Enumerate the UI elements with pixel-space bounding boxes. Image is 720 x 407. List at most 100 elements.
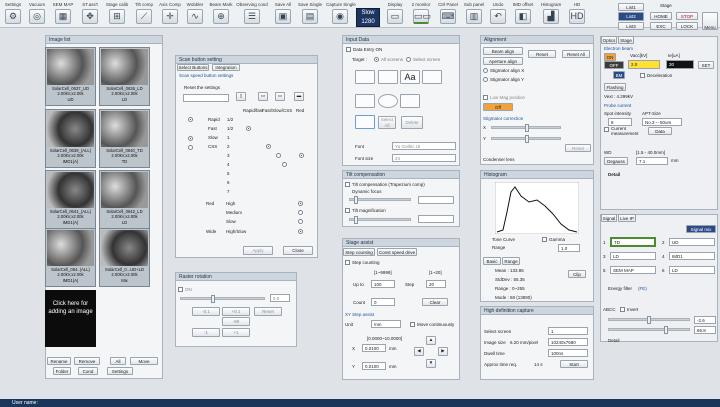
deceleration-checkbox[interactable] — [640, 73, 645, 78]
histogram-button[interactable]: Histogram ▟ — [538, 1, 564, 27]
gamma-checkbox[interactable] — [542, 237, 547, 242]
start-capture-button[interactable]: Start — [560, 360, 588, 368]
tab-range[interactable]: Range — [502, 257, 520, 265]
degauss-button[interactable]: Degauss — [604, 157, 628, 165]
raster-value-input[interactable]: 0.0 — [270, 294, 290, 302]
signal-6-select[interactable]: LD — [669, 266, 715, 274]
observing-cond-button[interactable]: Observing cond ☰ — [236, 1, 268, 27]
close-button[interactable]: Close — [283, 246, 313, 255]
clip-button[interactable]: Clip — [568, 270, 586, 278]
tab-stage[interactable]: Stage — [618, 36, 634, 44]
slider-handle[interactable] — [525, 124, 529, 132]
x-step-input[interactable]: 0.0100 — [362, 344, 386, 352]
menu-button[interactable]: Menu — [702, 12, 718, 30]
tab-signal[interactable]: Signal — [601, 214, 617, 222]
red-medium-radio[interactable] — [298, 210, 303, 215]
pointer-tool-icon[interactable] — [355, 70, 375, 84]
ie-input[interactable]: 30 — [666, 60, 694, 69]
imd-offset-button[interactable]: IMD offset ◧ — [510, 1, 536, 27]
rotate-minus-90-button[interactable]: -90 — [222, 317, 250, 326]
slow-radio[interactable] — [188, 136, 193, 141]
thumbnail-5[interactable]: SolarCell_0642_LD 2.00kV,x2.00k LD — [99, 170, 150, 229]
display-button[interactable]: Display ▭ — [384, 1, 406, 27]
add-image-tile[interactable]: Click here for adding an image — [45, 290, 96, 347]
raster-on-checkbox[interactable] — [178, 287, 183, 292]
signal-4-select[interactable]: IMD1 — [669, 252, 715, 260]
thumbnail-1[interactable]: SolarCell_0636_LD 2.00kV,x2.00k LD — [99, 47, 150, 106]
speed-option-radio[interactable] — [276, 153, 281, 158]
select-all-tool-button[interactable]: Select All — [378, 116, 396, 129]
sub-panel-button[interactable]: Sub panel ▥ — [462, 1, 486, 27]
list1-tab[interactable]: List1 — [618, 3, 644, 11]
select-tool-icon[interactable] — [355, 115, 375, 129]
thumbnail-0[interactable]: SolarCell_0637_UD 2.00kV,x2.00k UD — [45, 47, 96, 106]
low-mag-off-button[interactable]: Off — [483, 103, 513, 111]
stig-reset-button[interactable]: Reset — [565, 144, 591, 152]
tilt-slider[interactable] — [349, 196, 411, 204]
ctrl-panel-button[interactable]: Ctrl Panel ⌨ — [436, 1, 460, 27]
wd-input[interactable]: 7.1 — [636, 157, 668, 165]
wobbler-button[interactable]: Wobbler ∿ — [184, 1, 206, 27]
contrast-slider[interactable] — [608, 326, 690, 334]
reset-select[interactable] — [183, 94, 229, 102]
signal-detail-toggle[interactable]: Detail — [608, 338, 620, 343]
tilt-mag-slider[interactable] — [349, 216, 411, 224]
tab-live-ip[interactable]: Live IP — [618, 214, 636, 222]
vacuum-button[interactable]: Vacuum ◎ — [26, 1, 48, 27]
raster-slider[interactable] — [180, 295, 265, 303]
dwell-select[interactable]: 100ns — [548, 349, 588, 357]
scan-icon-2[interactable]: ▭ — [258, 92, 268, 101]
optics-detail-toggle[interactable]: Detail — [608, 172, 620, 177]
cond-button[interactable]: Cond — [78, 367, 98, 375]
font-select[interactable]: Yu Gothic UI — [392, 142, 456, 150]
rotate-plus-01-button[interactable]: +0.1 — [222, 307, 250, 316]
stop-button[interactable]: STOP — [676, 12, 698, 20]
align-reset-button[interactable]: Reset — [528, 50, 556, 58]
tab-integration[interactable]: Integration — [212, 64, 240, 71]
signal-mix-button[interactable]: Signal mix — [686, 225, 716, 233]
data-entry-checkbox[interactable] — [346, 47, 351, 52]
remove-button[interactable]: Remove — [74, 357, 100, 365]
two-monitor-button[interactable]: 2 monitor ▭▭ — [408, 1, 434, 27]
undo-button[interactable]: Undo ↶ — [488, 1, 508, 27]
wide-radio[interactable] — [298, 229, 303, 234]
home-button[interactable]: HOME — [650, 12, 672, 20]
hd-button[interactable]: HD HD — [566, 1, 588, 27]
tab-step-counting[interactable]: Step counting — [343, 248, 375, 256]
stig-y-slider[interactable] — [491, 135, 561, 143]
red-option-radio[interactable] — [299, 153, 304, 158]
signal-2-select[interactable]: UD — [669, 238, 715, 246]
rotate-plus-1-button[interactable]: +1 — [222, 328, 250, 337]
rotate-minus-01-button[interactable]: -0.1 — [192, 307, 220, 316]
move-continuously-checkbox[interactable] — [410, 322, 415, 327]
all-screens-radio[interactable] — [374, 57, 379, 62]
rapid-radio[interactable] — [188, 117, 193, 122]
stigmator-x-radio[interactable] — [483, 68, 488, 73]
fast-option-radio[interactable] — [246, 126, 251, 131]
font-tool-icon[interactable]: Aa — [400, 70, 420, 84]
scan-icon-3[interactable]: ▭ — [275, 92, 285, 101]
rectangle-tool-icon[interactable] — [400, 94, 420, 108]
beam-mark-button[interactable]: Beam Mark ⊕ — [208, 1, 234, 27]
count-input[interactable]: 0 — [371, 298, 395, 306]
list3-tab[interactable]: List3 — [618, 22, 644, 30]
y-step-input[interactable]: 0.0100 — [362, 362, 386, 370]
beam-on-button[interactable]: ON — [604, 53, 616, 61]
slow-option-radio[interactable] — [266, 144, 271, 149]
slider-handle[interactable] — [211, 295, 215, 303]
up-to-input[interactable]: 100 — [371, 280, 395, 288]
gamma-input[interactable]: 1.0 — [558, 244, 580, 252]
move-right-icon[interactable]: ▶ — [438, 347, 448, 356]
move-up-icon[interactable]: ▲ — [426, 336, 436, 345]
tab-select-buttons[interactable]: Select Buttons — [177, 64, 209, 71]
signal-3-select[interactable]: LD — [610, 252, 656, 260]
signal-5-select[interactable]: SEM MAP — [610, 266, 656, 274]
st-assist-button[interactable]: ST.ass't ✥ — [78, 1, 102, 27]
set-button[interactable]: SET — [698, 61, 714, 69]
tab-optics[interactable]: Optics — [601, 36, 617, 44]
save-single-button[interactable]: Save Single ▤ — [296, 1, 324, 27]
aperture-align-button[interactable]: Aperture align — [483, 57, 523, 65]
speed-option-radio[interactable] — [282, 162, 287, 167]
image-size-select[interactable]: 10240x7680 — [548, 338, 588, 346]
move-down-icon[interactable]: ▼ — [426, 359, 436, 368]
